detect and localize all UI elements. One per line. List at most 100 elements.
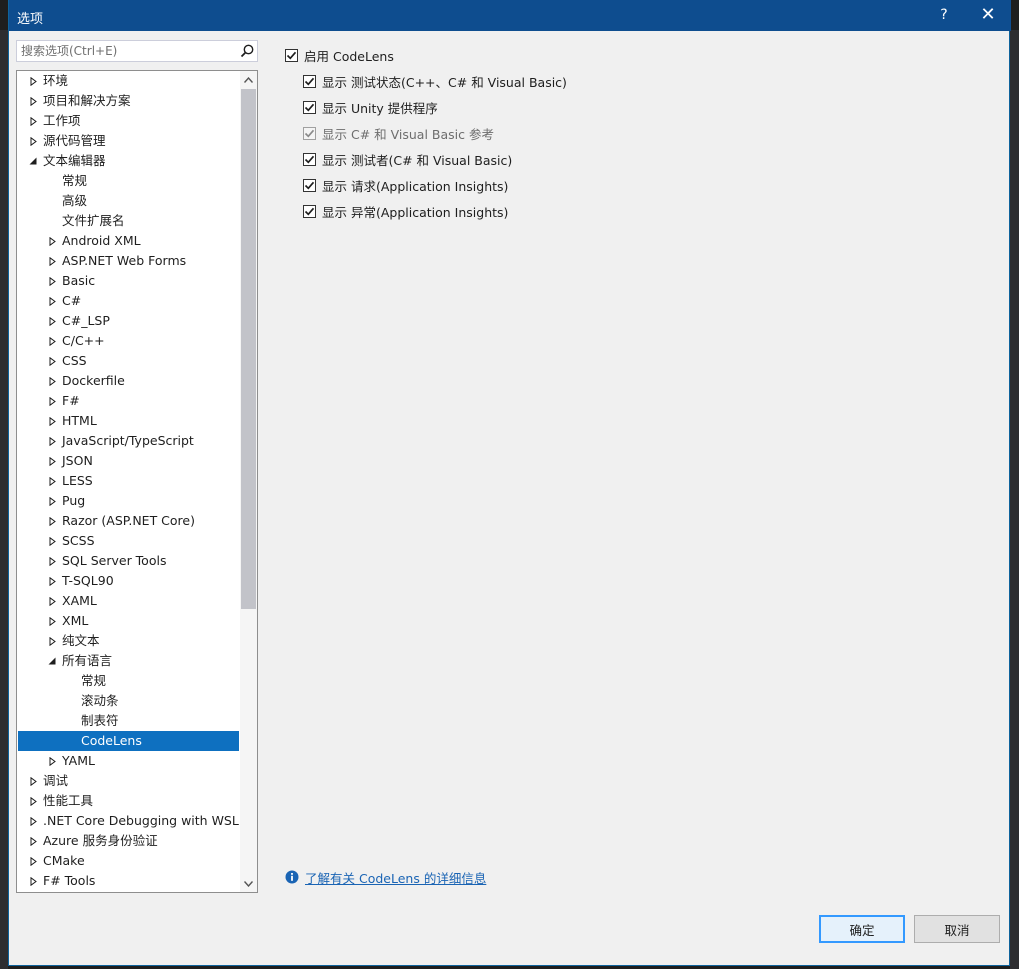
tree-item[interactable]: T-SQL90 [18,571,239,591]
collapsed-arrow-icon[interactable] [28,871,38,891]
tree-item[interactable]: 高级 [18,191,239,211]
collapsed-arrow-icon[interactable] [28,131,38,151]
codelens-option-row[interactable]: 显示 异常(Application Insights) [303,202,508,220]
tree-item[interactable]: SQL Server Tools [18,551,239,571]
cancel-button[interactable]: 取消 [914,915,1000,943]
collapsed-arrow-icon[interactable] [47,411,57,431]
tree-item[interactable]: 文件扩展名 [18,211,239,231]
options-dialog: 选项 ? ✕ 环境项目和解决方案工作项源代码管理文本编辑器常规高级文件扩展名An… [8,0,1011,966]
collapsed-arrow-icon[interactable] [47,291,57,311]
enable-codelens-option[interactable]: 启用 CodeLens [285,46,394,64]
expanded-arrow-icon[interactable] [47,651,57,671]
expanded-arrow-icon[interactable] [28,151,38,171]
codelens-option-row[interactable]: 显示 请求(Application Insights) [303,176,508,194]
tree-item[interactable]: 滚动条 [18,691,239,711]
collapsed-arrow-icon[interactable] [28,71,38,91]
tree-item[interactable]: C# [18,291,239,311]
tree-item[interactable]: Pug [18,491,239,511]
collapsed-arrow-icon[interactable] [47,271,57,291]
collapsed-arrow-icon[interactable] [28,851,38,871]
tree-item[interactable]: CMake [18,851,239,871]
codelens-option-row[interactable]: 显示 Unity 提供程序 [303,98,438,116]
collapsed-arrow-icon[interactable] [47,511,57,531]
tree-item[interactable]: 项目和解决方案 [18,91,239,111]
enable-codelens-checkbox[interactable] [285,48,298,62]
collapsed-arrow-icon[interactable] [47,311,57,331]
learn-more-link[interactable]: 了解有关 CodeLens 的详细信息 [305,868,486,887]
collapsed-arrow-icon[interactable] [47,251,57,271]
collapsed-arrow-icon[interactable] [47,591,57,611]
scroll-thumb[interactable] [241,89,256,609]
codelens-option-checkbox[interactable] [303,204,316,218]
tree-item[interactable]: ASP.NET Web Forms [18,251,239,271]
tree-item[interactable]: XML [18,611,239,631]
tree-item[interactable]: 制表符 [18,711,239,731]
collapsed-arrow-icon[interactable] [47,351,57,371]
search-input[interactable] [21,43,231,59]
collapsed-arrow-icon[interactable] [47,471,57,491]
collapsed-arrow-icon[interactable] [47,551,57,571]
collapsed-arrow-icon[interactable] [47,751,57,771]
tree-item[interactable]: C#_LSP [18,311,239,331]
scroll-down-arrow-icon[interactable] [240,875,257,892]
collapsed-arrow-icon[interactable] [47,571,57,591]
collapsed-arrow-icon[interactable] [28,111,38,131]
tree-item[interactable]: 工作项 [18,111,239,131]
collapsed-arrow-icon[interactable] [47,631,57,651]
tree-item[interactable]: HTML [18,411,239,431]
tree-item[interactable]: 文本编辑器 [18,151,239,171]
search-icon[interactable] [239,43,255,59]
collapsed-arrow-icon[interactable] [28,791,38,811]
tree-item[interactable]: 调试 [18,771,239,791]
tree-item[interactable]: JavaScript/TypeScript [18,431,239,451]
codelens-option-checkbox[interactable] [303,152,316,166]
tree-item[interactable]: C/C++ [18,331,239,351]
tree-item[interactable]: 纯文本 [18,631,239,651]
collapsed-arrow-icon[interactable] [28,91,38,111]
ok-button[interactable]: 确定 [819,915,905,943]
tree-item[interactable]: CodeLens [18,731,239,751]
collapsed-arrow-icon[interactable] [47,611,57,631]
tree-scrollbar[interactable] [240,71,257,892]
tree-item[interactable]: Basic [18,271,239,291]
tree-item[interactable]: 常规 [18,171,239,191]
tree-item[interactable]: 源代码管理 [18,131,239,151]
tree-item[interactable]: Azure 服务身份验证 [18,831,239,851]
collapsed-arrow-icon[interactable] [47,491,57,511]
collapsed-arrow-icon[interactable] [47,451,57,471]
tree-item[interactable]: 性能工具 [18,791,239,811]
tree-item[interactable]: F# [18,391,239,411]
collapsed-arrow-icon[interactable] [47,371,57,391]
tree-item[interactable]: 环境 [18,71,239,91]
help-button[interactable]: ? [931,4,957,26]
collapsed-arrow-icon[interactable] [28,771,38,791]
scroll-up-arrow-icon[interactable] [240,71,257,88]
tree-item[interactable]: .NET Core Debugging with WSL [18,811,239,831]
tree-item[interactable]: XAML [18,591,239,611]
tree-item[interactable]: Razor (ASP.NET Core) [18,511,239,531]
codelens-option-checkbox[interactable] [303,100,316,114]
close-button[interactable]: ✕ [975,4,1001,26]
codelens-option-row[interactable]: 显示 测试者(C# 和 Visual Basic) [303,150,512,168]
tree-item[interactable]: 常规 [18,671,239,691]
tree-item[interactable]: Android XML [18,231,239,251]
collapsed-arrow-icon[interactable] [47,331,57,351]
codelens-option-checkbox[interactable] [303,74,316,88]
tree-item[interactable]: LESS [18,471,239,491]
codelens-option-checkbox[interactable] [303,178,316,192]
tree-item[interactable]: JSON [18,451,239,471]
tree-item[interactable]: 所有语言 [18,651,239,671]
tree-item[interactable]: YAML [18,751,239,771]
collapsed-arrow-icon[interactable] [28,831,38,851]
tree-item[interactable]: CSS [18,351,239,371]
collapsed-arrow-icon[interactable] [47,231,57,251]
tree-item[interactable]: Dockerfile [18,371,239,391]
codelens-option-row[interactable]: 显示 测试状态(C++、C# 和 Visual Basic) [303,72,567,90]
collapsed-arrow-icon[interactable] [47,391,57,411]
collapsed-arrow-icon[interactable] [47,531,57,551]
tree-item[interactable]: SCSS [18,531,239,551]
collapsed-arrow-icon[interactable] [47,431,57,451]
tree-item[interactable]: F# Tools [18,871,239,891]
tree-item-label: 调试 [43,773,69,788]
collapsed-arrow-icon[interactable] [28,811,38,831]
